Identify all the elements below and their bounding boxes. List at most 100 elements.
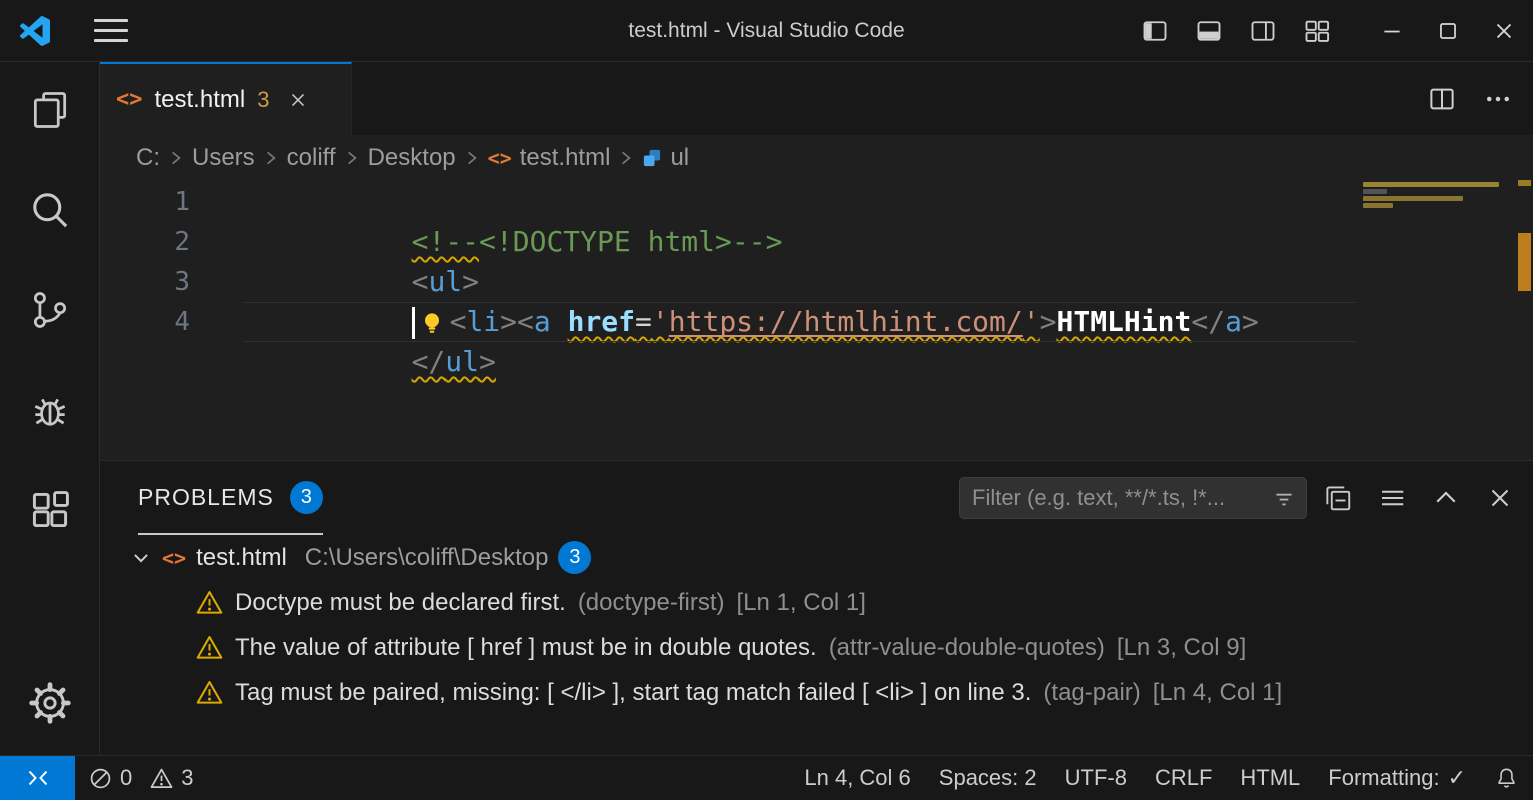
problem-message: Doctype must be declared first. xyxy=(235,589,566,617)
code-editor[interactable]: 1 <!--<!DOCTYPE html>--> 2 <ul> 3 <li><a… xyxy=(100,180,1533,460)
breadcrumb-drive[interactable]: C: xyxy=(136,144,160,172)
eol-sequence[interactable]: CRLF xyxy=(1141,765,1226,791)
code-token xyxy=(551,305,568,338)
code-token: > xyxy=(1040,305,1057,338)
settings-gear-icon[interactable] xyxy=(26,679,74,727)
problem-location: [Ln 1, Col 1] xyxy=(737,589,866,617)
minimap-line xyxy=(1363,182,1499,187)
toggle-sidebar-icon[interactable] xyxy=(1141,17,1169,45)
editor-actions xyxy=(1427,62,1513,135)
menu-icon[interactable] xyxy=(94,19,128,42)
filter-icon[interactable] xyxy=(1271,486,1297,512)
problem-location: [Ln 4, Col 1] xyxy=(1153,679,1282,707)
window-controls xyxy=(1379,18,1517,44)
line-number: 3 xyxy=(100,262,190,302)
warning-count: 3 xyxy=(181,765,193,791)
chevron-right-icon xyxy=(620,149,632,167)
split-editor-icon[interactable] xyxy=(1427,84,1457,114)
problem-item[interactable]: The value of attribute [ href ] must be … xyxy=(100,625,1533,670)
problem-rule: (doctype-first) xyxy=(578,589,725,617)
problems-panel: PROBLEMS 3 xyxy=(100,460,1533,755)
maximize-icon[interactable] xyxy=(1435,18,1461,44)
status-problems[interactable]: 0 3 xyxy=(89,765,194,791)
breadcrumb-file-label: test.html xyxy=(520,144,611,172)
line-number: 4 xyxy=(100,302,190,342)
code-token: > xyxy=(500,305,517,338)
minimap[interactable] xyxy=(1363,180,1503,460)
overview-ruler-warning-mark xyxy=(1518,180,1531,186)
tab-problems[interactable]: PROBLEMS 3 xyxy=(138,461,323,535)
collapse-all-icon[interactable] xyxy=(1323,483,1353,513)
warning-triangle-icon xyxy=(196,679,223,706)
overview-ruler-warning-mark xyxy=(1518,233,1531,291)
code-token: < xyxy=(517,305,534,338)
code-token: a xyxy=(534,305,551,338)
window-title: test.html - Visual Studio Code xyxy=(628,19,904,43)
extensions-icon[interactable] xyxy=(26,486,74,534)
toggle-secondary-sidebar-icon[interactable] xyxy=(1249,17,1277,45)
problem-message: The value of attribute [ href ] must be … xyxy=(235,634,817,662)
warning-squiggle: </ul> xyxy=(412,345,496,378)
titlebar-actions xyxy=(1141,17,1517,45)
filter-input[interactable] xyxy=(959,477,1307,519)
check-icon: ✓ xyxy=(1448,765,1466,791)
breadcrumb-users[interactable]: Users xyxy=(192,144,255,172)
tab-bar: <> test.html 3 xyxy=(100,62,1533,135)
minimap-line xyxy=(1363,196,1463,201)
source-control-icon[interactable] xyxy=(26,286,74,334)
maximize-panel-icon[interactable] xyxy=(1431,483,1461,513)
code-line: 3 <li><a href='https://htmlhint.com/'>HT… xyxy=(100,262,1533,302)
run-debug-icon[interactable] xyxy=(26,386,74,434)
main-area: <> test.html 3 C: Users coli xyxy=(0,62,1533,755)
url-link[interactable]: https://htmlhint.com/ xyxy=(669,305,1023,338)
warning-triangle-icon xyxy=(196,589,223,616)
problem-item[interactable]: Doctype must be declared first. (doctype… xyxy=(100,580,1533,625)
chevron-right-icon xyxy=(170,149,182,167)
close-tab-icon[interactable] xyxy=(287,89,309,111)
code-token: > xyxy=(1242,305,1259,338)
code-line: 1 <!--<!DOCTYPE html>--> xyxy=(100,182,1533,222)
chevron-down-icon[interactable] xyxy=(130,547,152,569)
status-right: Ln 4, Col 6 Spaces: 2 UTF-8 CRLF HTML Fo… xyxy=(790,756,1533,800)
remote-indicator[interactable] xyxy=(0,756,75,800)
view-as-list-icon[interactable] xyxy=(1377,483,1407,513)
more-actions-icon[interactable] xyxy=(1483,84,1513,114)
customize-layout-icon[interactable] xyxy=(1303,17,1331,45)
breadcrumb-desktop[interactable]: Desktop xyxy=(368,144,456,172)
indentation[interactable]: Spaces: 2 xyxy=(925,765,1051,791)
formatting-status[interactable]: Formatting: ✓ xyxy=(1314,765,1480,791)
tab-test-html[interactable]: <> test.html 3 xyxy=(100,62,352,135)
warning-squiggle: HTMLHint xyxy=(1056,305,1191,338)
html-file-icon: <> xyxy=(488,146,512,170)
title-bar: test.html - Visual Studio Code xyxy=(0,0,1533,62)
problem-item[interactable]: Tag must be paired, missing: [ </li> ], … xyxy=(100,670,1533,715)
problems-count-badge: 3 xyxy=(290,481,323,514)
code-token: </ xyxy=(1191,305,1225,338)
breadcrumb-symbol-ul[interactable]: ul xyxy=(642,144,689,172)
problems-file-row[interactable]: <> test.html C:\Users\coliff\Desktop 3 xyxy=(100,535,1533,580)
minimize-icon[interactable] xyxy=(1379,18,1405,44)
close-window-icon[interactable] xyxy=(1491,18,1517,44)
problem-rule: (tag-pair) xyxy=(1043,679,1140,707)
formatting-label: Formatting: xyxy=(1328,765,1439,791)
problems-file-path: C:\Users\coliff\Desktop xyxy=(305,544,549,572)
breadcrumb-file[interactable]: <> test.html xyxy=(488,144,611,172)
problem-location: [Ln 3, Col 9] xyxy=(1117,634,1246,662)
html-file-icon: <> xyxy=(162,546,186,570)
close-panel-icon[interactable] xyxy=(1485,483,1515,513)
breadcrumb-symbol-label: ul xyxy=(670,144,689,172)
code-token: HTMLHint xyxy=(1056,305,1191,338)
breadcrumb-coliff[interactable]: coliff xyxy=(287,144,336,172)
code-token: > xyxy=(479,345,496,378)
language-mode[interactable]: HTML xyxy=(1226,765,1314,791)
toggle-panel-icon[interactable] xyxy=(1195,17,1223,45)
file-problems-badge: 3 xyxy=(558,541,591,574)
status-bar: 0 3 Ln 4, Col 6 Spaces: 2 UTF-8 CRLF HTM… xyxy=(0,755,1533,800)
warning-squiggle: href='https://htmlhint.com/' xyxy=(568,305,1040,338)
encoding[interactable]: UTF-8 xyxy=(1051,765,1141,791)
search-icon[interactable] xyxy=(26,186,74,234)
cursor-position[interactable]: Ln 4, Col 6 xyxy=(790,765,924,791)
notifications-bell-icon[interactable] xyxy=(1480,766,1533,791)
workbench: <> test.html 3 C: Users coli xyxy=(100,62,1533,755)
explorer-icon[interactable] xyxy=(26,86,74,134)
